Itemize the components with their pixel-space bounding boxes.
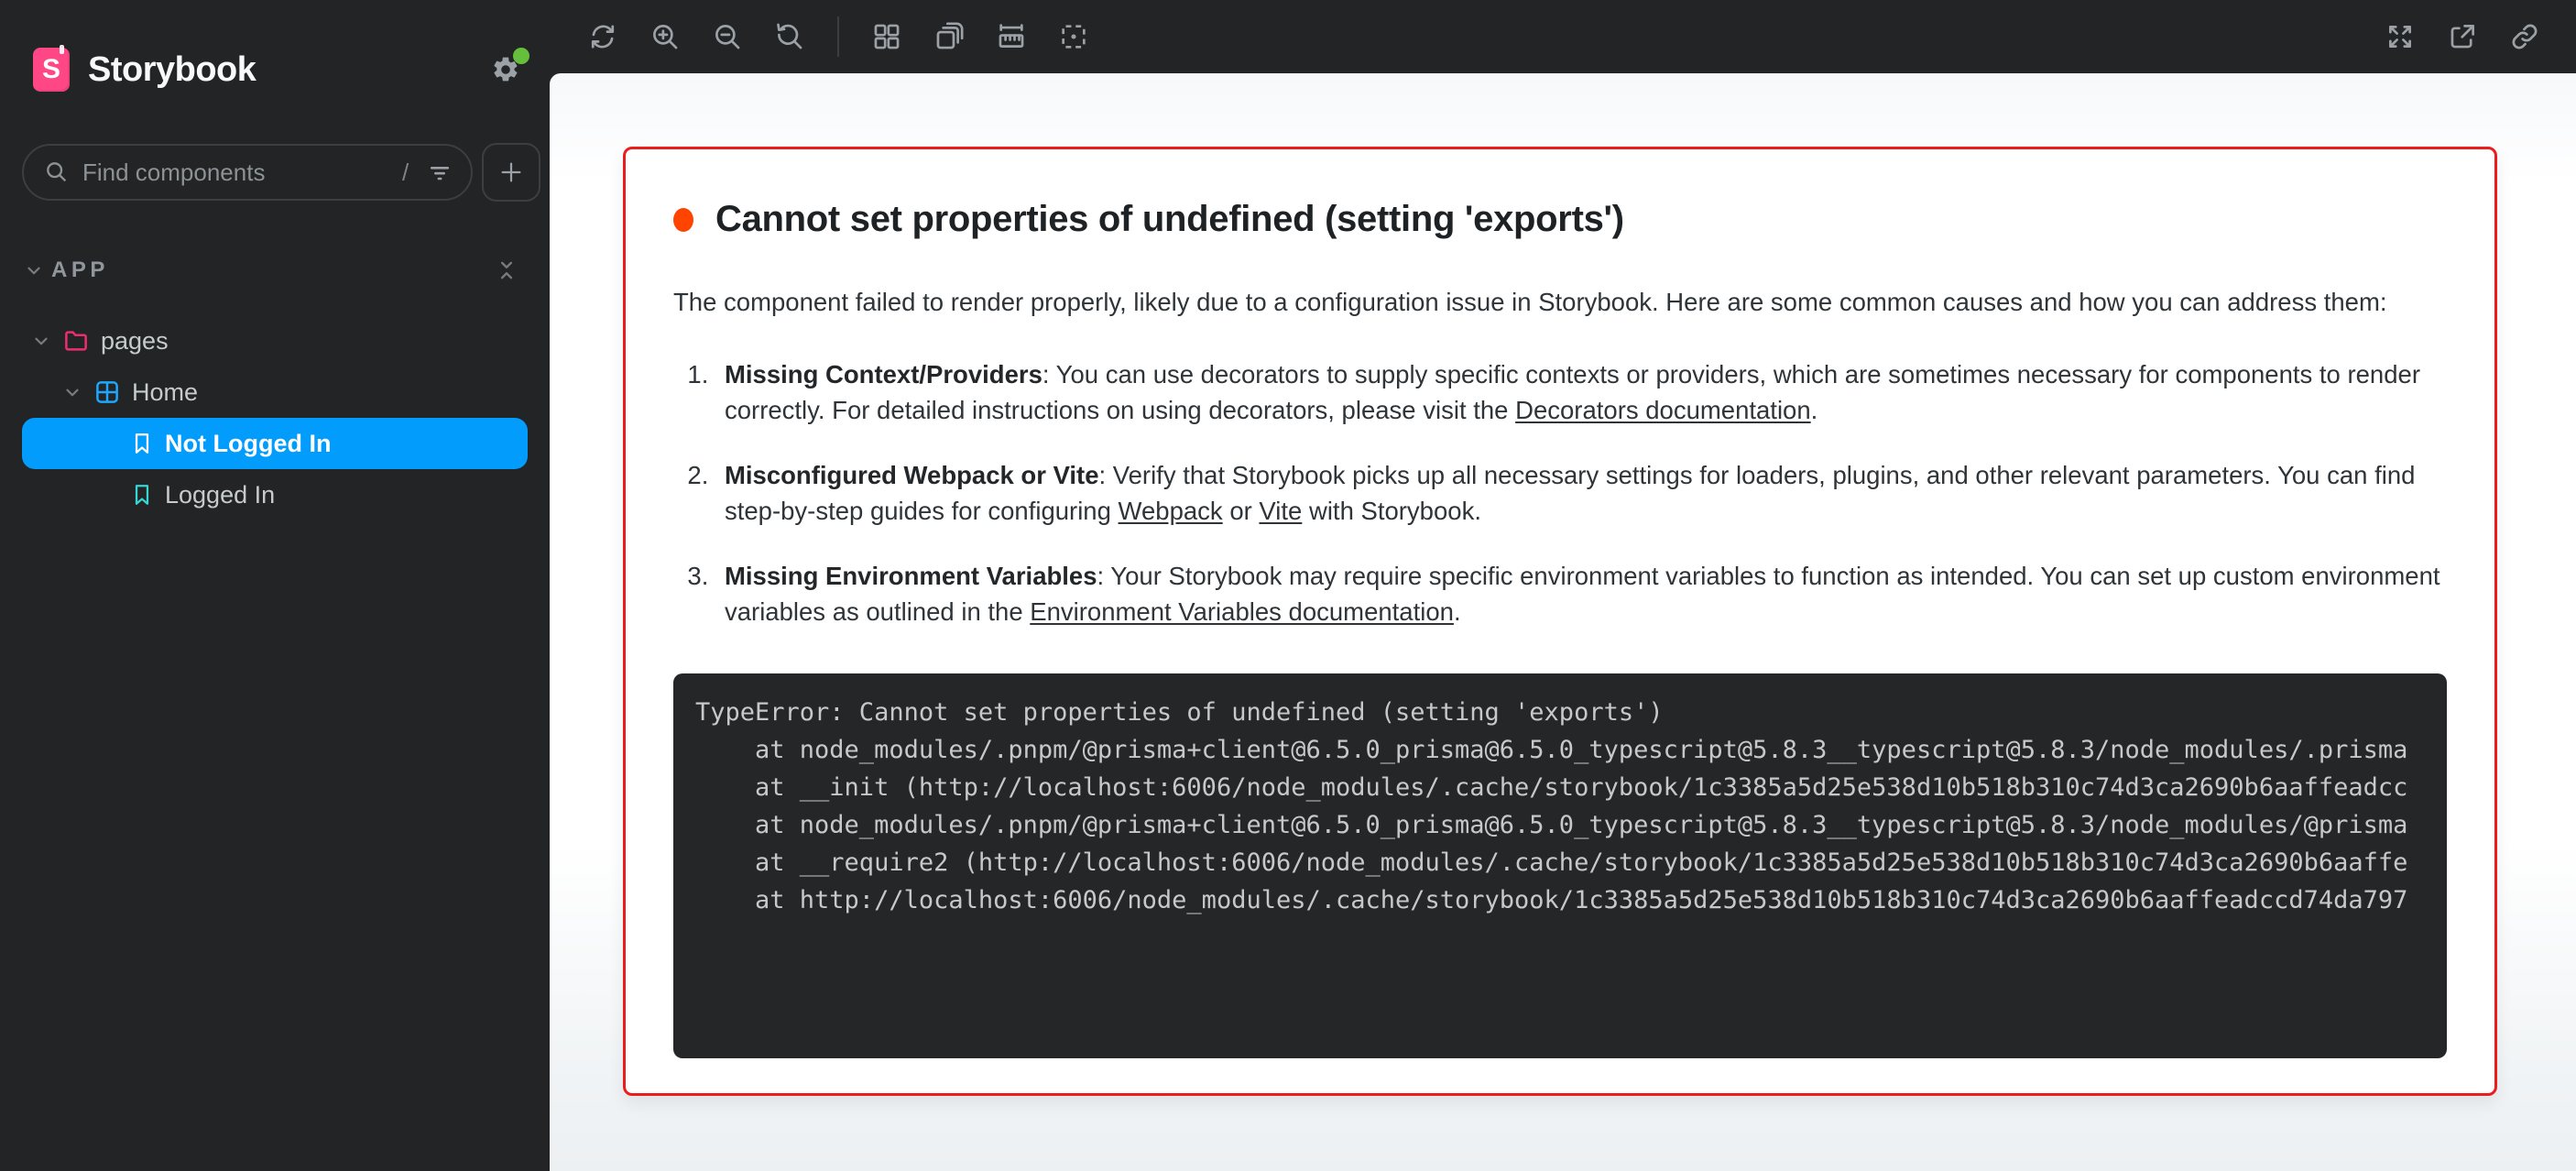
story-item-logged-in[interactable]: Logged In [22,469,528,520]
brand-name: Storybook [88,50,256,90]
ruler-icon [996,21,1027,52]
bookmark-icon [130,431,154,456]
fullscreen-button[interactable] [2373,11,2428,62]
viewport-icon [933,21,965,52]
copy-link-button[interactable] [2497,11,2552,62]
storybook-app: S Storybook / [0,0,2576,1171]
error-dot-icon [673,208,693,232]
collapse-all-button[interactable] [493,257,520,284]
section-label: APP [51,257,493,283]
measure-button[interactable] [984,11,1039,62]
zoom-out-icon [712,21,743,52]
create-story-button[interactable] [482,143,540,202]
cause-item-context-providers: Missing Context/Providers: You can use d… [715,356,2447,428]
reset-zoom-button[interactable] [762,11,817,62]
component-icon [93,378,121,406]
cause-lead: Missing Context/Providers [725,360,1042,389]
error-causes-list: Missing Context/Providers: You can use d… [673,356,2447,629]
stack-trace-line: at __require2 (http://localhost:6006/nod… [695,844,2425,881]
cause-text: . [1811,396,1818,424]
vite-link[interactable]: Vite [1259,497,1302,525]
preview-canvas: Cannot set properties of undefined (sett… [550,73,2576,1171]
cause-text: . [1454,597,1461,626]
cause-lead: Misconfigured Webpack or Vite [725,461,1099,489]
toolbar-separator [837,16,839,57]
tree-item-home[interactable]: Home [22,367,528,418]
grid-icon [871,21,902,52]
collapse-icon [495,258,518,282]
error-title-row: Cannot set properties of undefined (sett… [673,199,2447,240]
stack-trace-line: TypeError: Cannot set properties of unde… [695,694,2425,731]
story-item-label: Not Logged In [165,430,331,458]
search-icon [44,159,70,185]
canvas-toolbar [550,0,2576,73]
backgrounds-grid-button[interactable] [859,11,914,62]
search-shortcut-hint: / [402,159,412,187]
stack-trace-line: at __init (http://localhost:6006/node_mo… [695,769,2425,806]
environment-variables-documentation-link[interactable]: Environment Variables documentation [1030,597,1454,626]
zoom-in-icon [649,21,681,52]
outline-button[interactable] [1046,11,1101,62]
folder-icon [62,327,90,355]
filter-icon [427,159,453,185]
search-box[interactable]: / [22,144,473,201]
story-item-label: Logged In [165,481,275,509]
story-tree: pages Home [22,315,528,520]
cause-text: with Storybook. [1302,497,1481,525]
stack-trace-line: at node_modules/.pnpm/@prisma+client@6.5… [695,731,2425,769]
sidebar-header: S Storybook [22,0,528,92]
notification-dot [513,48,529,64]
render-error-panel: Cannot set properties of undefined (sett… [623,147,2497,1096]
sidebar: S Storybook / [0,0,550,1171]
tree-item-pages[interactable]: pages [22,315,528,367]
stack-trace-line: at node_modules/.pnpm/@prisma+client@6.5… [695,806,2425,844]
error-title: Cannot set properties of undefined (sett… [715,199,1624,240]
webpack-link[interactable]: Webpack [1119,497,1223,525]
cause-lead: Missing Environment Variables [725,562,1097,590]
external-link-icon [2447,21,2478,52]
tree-item-label: pages [101,327,169,356]
search-input[interactable] [82,159,389,187]
outline-icon [1058,21,1089,52]
stack-trace-line: at http://localhost:6006/node_modules/.c… [695,881,2425,919]
viewport-button[interactable] [922,11,977,62]
bookmark-icon [130,482,154,508]
decorators-documentation-link[interactable]: Decorators documentation [1515,396,1811,424]
chevron-down-icon[interactable] [31,331,51,351]
reset-zoom-icon [774,21,805,52]
chevron-down-icon[interactable] [62,382,82,402]
stack-trace-block: TypeError: Cannot set properties of unde… [673,673,2447,1058]
expand-icon [2385,21,2416,52]
link-icon [2509,21,2540,52]
chevron-down-icon [24,260,44,280]
plus-icon [497,159,525,186]
brand[interactable]: S Storybook [33,48,256,92]
tree-item-label: Home [132,378,198,407]
error-intro: The component failed to render properly,… [673,284,2447,320]
search-row: / [22,143,528,202]
filter-button[interactable] [425,158,454,187]
open-new-tab-button[interactable] [2435,11,2490,62]
story-item-not-logged-in[interactable]: Not Logged In [22,418,528,469]
zoom-in-button[interactable] [638,11,693,62]
remount-button[interactable] [575,11,630,62]
sidebar-section-app[interactable]: APP [22,249,528,291]
cause-text: or [1223,497,1260,525]
settings-button[interactable] [487,51,524,88]
zoom-out-button[interactable] [700,11,755,62]
cause-item-environment-variables: Missing Environment Variables: Your Stor… [715,558,2447,629]
main-area: Cannot set properties of undefined (sett… [550,0,2576,1171]
cause-item-webpack-vite: Misconfigured Webpack or Vite: Verify th… [715,457,2447,529]
storybook-logo-icon: S [33,48,70,92]
remount-icon [587,21,618,52]
